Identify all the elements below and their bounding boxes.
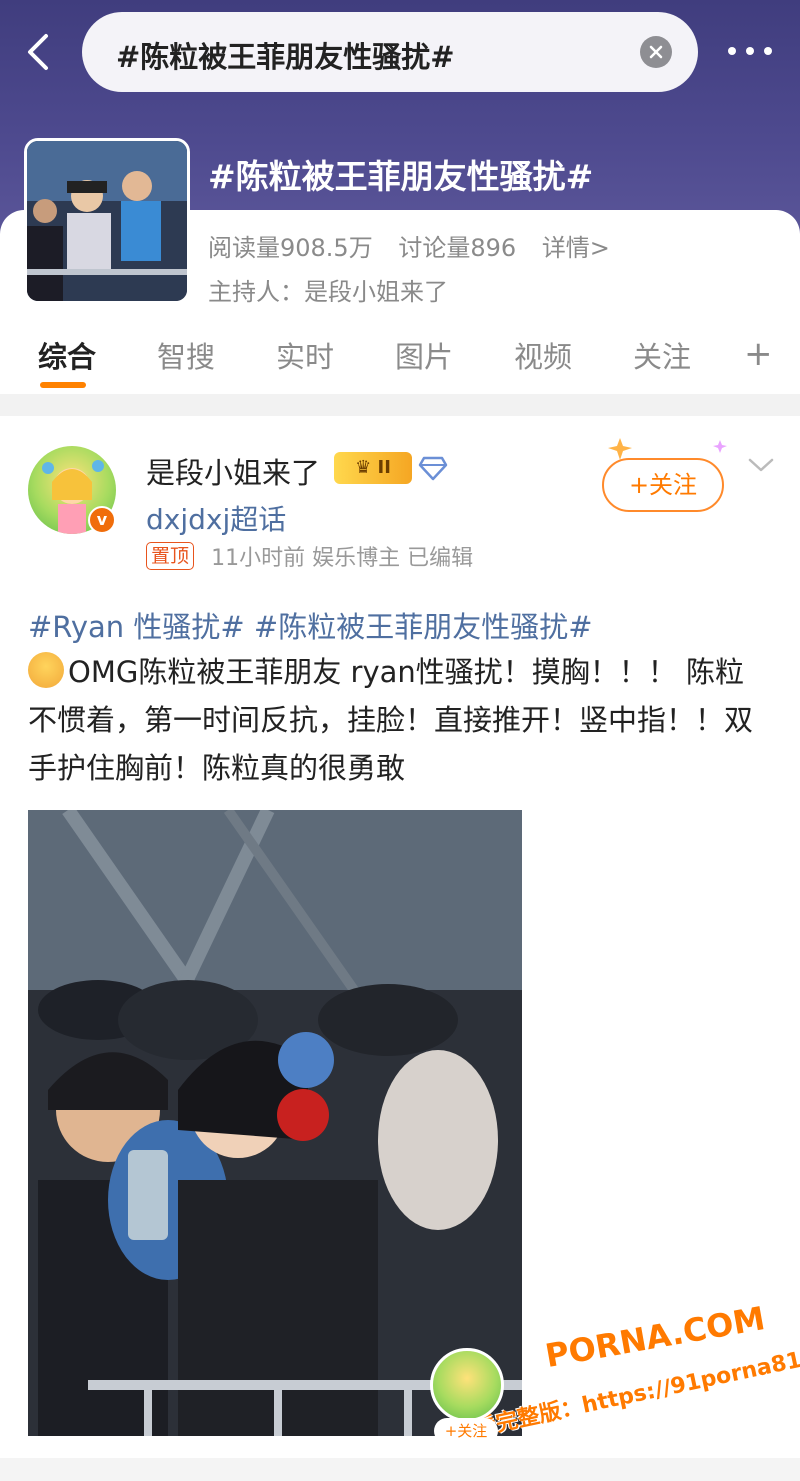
section-divider <box>0 394 800 416</box>
crown-icon: ♛ <box>355 457 372 478</box>
level-badge-text: II <box>377 457 391 478</box>
post-image[interactable] <box>28 810 522 1436</box>
topic-thumbnail[interactable] <box>24 138 190 304</box>
follow-button[interactable]: +关注 <box>602 458 724 512</box>
tab-realtime[interactable]: 实时 <box>276 334 334 376</box>
post-username[interactable]: 是段小姐来了 <box>146 450 320 492</box>
read-count: 阅读量908.5万 <box>208 234 373 262</box>
topic-title: #陈粒被王菲朋友性骚扰# <box>208 157 594 196</box>
post-body: OMG陈粒被王菲朋友 ryan性骚扰！摸胸！！！ 陈粒不惯着，第一时间反抗，挂脸… <box>28 648 772 792</box>
post-hashtags[interactable]: #Ryan 性骚扰# #陈粒被王菲朋友性骚扰# <box>28 604 593 646</box>
watermark-follow-button[interactable]: +关注 <box>434 1418 498 1444</box>
topic-host[interactable]: 主持人：是段小姐来了 <box>208 272 448 307</box>
level-badge: ♛ II <box>334 452 412 484</box>
post-meta: 置顶 11小时前 娱乐博主 已编辑 <box>146 540 473 572</box>
clear-search-button[interactable] <box>640 36 672 68</box>
discussion-count: 讨论量896 <box>398 234 517 262</box>
more-options-icon[interactable] <box>724 36 776 66</box>
back-arrow-icon[interactable] <box>20 30 60 74</box>
topic-stats: 阅读量908.5万 讨论量896 详情> <box>208 228 628 263</box>
chevron-down-icon[interactable] <box>746 454 776 476</box>
close-icon <box>649 45 663 59</box>
tab-images[interactable]: 图片 <box>395 334 453 376</box>
diamond-icon <box>418 456 448 481</box>
tab-videos[interactable]: 视频 <box>514 334 572 376</box>
emoji-icon <box>28 652 64 688</box>
add-tab-button[interactable]: + <box>744 334 773 374</box>
bottom-bar <box>0 1458 800 1481</box>
details-link[interactable]: 详情> <box>542 234 610 262</box>
super-topic-link[interactable]: dxjdxj超话 <box>146 498 286 538</box>
watermark-avatar <box>430 1348 504 1422</box>
verified-badge: v <box>88 506 116 534</box>
tab-following[interactable]: 关注 <box>633 334 691 376</box>
post-meta-text: 11小时前 娱乐博主 已编辑 <box>211 546 474 571</box>
post-body-text: OMG陈粒被王菲朋友 ryan性骚扰！摸胸！！！ 陈粒不惯着，第一时间反抗，挂脸… <box>28 655 754 785</box>
search-query-text: #陈粒被王菲朋友性骚扰# <box>116 40 455 74</box>
tab-smart-search[interactable]: 智搜 <box>157 334 215 376</box>
search-input[interactable]: #陈粒被王菲朋友性骚扰# <box>82 12 698 92</box>
tab-bar: 综合 智搜 实时 图片 视频 关注 + <box>0 330 800 394</box>
pinned-tag: 置顶 <box>146 542 195 570</box>
active-tab-indicator <box>40 382 86 388</box>
tab-comprehensive[interactable]: 综合 <box>38 334 96 376</box>
